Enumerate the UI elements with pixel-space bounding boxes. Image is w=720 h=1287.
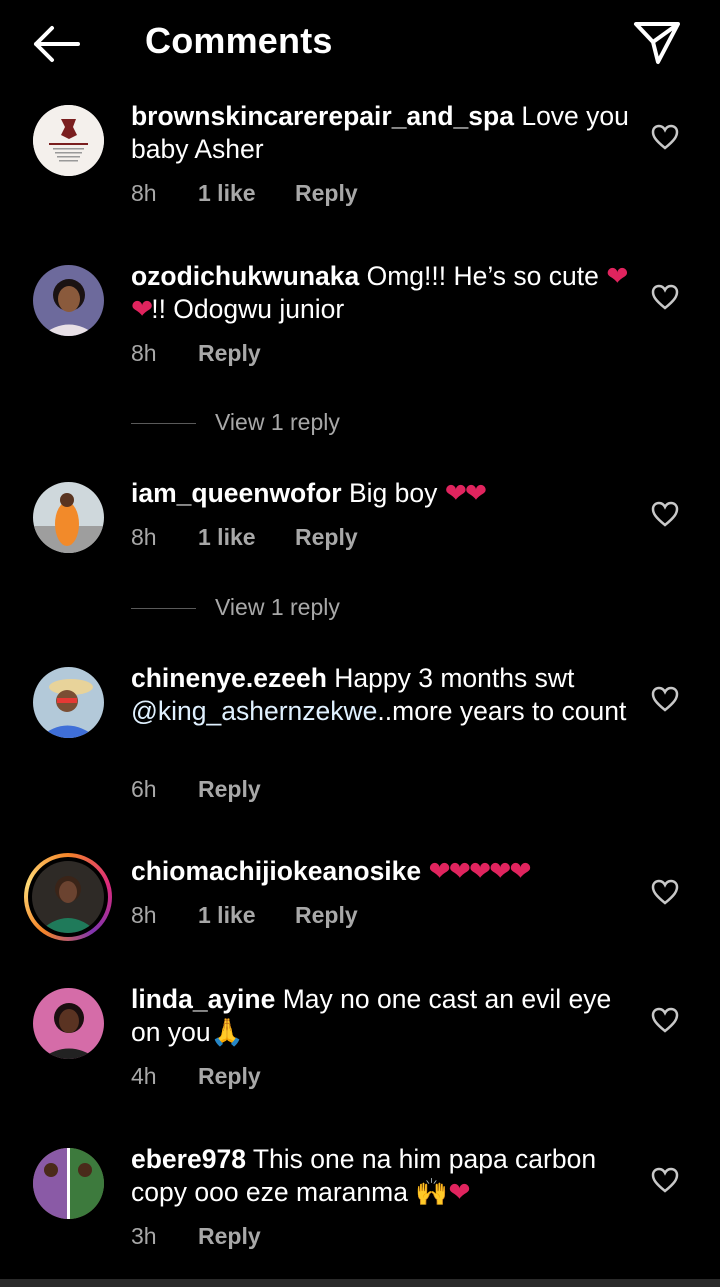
comment-username[interactable]: iam_queenwofor (131, 478, 342, 508)
comment-meta: 3h Reply (131, 1223, 261, 1250)
comment-time: 8h (131, 340, 157, 366)
comment-text: ebere978 This one na him papa carbon cop… (131, 1143, 631, 1209)
comment-username[interactable]: brownskincarerepair_and_spa (131, 101, 514, 131)
heart-outline-icon[interactable] (651, 124, 679, 150)
heart-outline-icon[interactable] (651, 1167, 679, 1193)
comment-username[interactable]: chiomachijiokeanosike (131, 856, 421, 886)
comment-text: ozodichukwunaka Omg!!! He’s so cute ❤❤!!… (131, 260, 631, 326)
divider (131, 608, 196, 610)
heart-emoji: ❤❤❤❤❤ (428, 856, 532, 886)
view-replies-label: View 1 reply (215, 594, 340, 620)
comment-text: brownskincarerepair_and_spa Love you bab… (131, 100, 631, 166)
comment-text: chiomachijiokeanosike ❤❤❤❤❤ (131, 855, 631, 888)
heart-outline-icon[interactable] (651, 686, 679, 712)
page-title: Comments (145, 20, 333, 61)
comment-time: 8h (131, 524, 157, 550)
comment-likes[interactable]: 1 like (198, 902, 295, 929)
reply-button[interactable]: Reply (198, 1063, 261, 1090)
avatar[interactable] (33, 667, 104, 738)
emoji: 🙏 (210, 1017, 244, 1047)
avatar-story-ring[interactable] (24, 853, 112, 941)
comment-body: Big boy (348, 478, 438, 508)
heart-outline-icon[interactable] (651, 284, 679, 310)
comment-time: 4h (131, 1063, 157, 1089)
back-arrow-icon[interactable] (30, 22, 82, 66)
comment-time: 3h (131, 1223, 157, 1249)
bottom-bar (0, 1279, 720, 1287)
comment-body-cont: ..more years to count (377, 696, 627, 726)
reply-button[interactable]: Reply (295, 180, 358, 207)
comment-body-cont: !! Odogwu junior (151, 294, 345, 324)
comment-text: chinenye.ezeeh Happy 3 months swt @king_… (131, 662, 631, 728)
comment-username[interactable]: chinenye.ezeeh (131, 663, 327, 693)
comment-username[interactable]: ebere978 (131, 1144, 246, 1174)
avatar[interactable] (33, 988, 104, 1059)
divider (131, 423, 196, 425)
heart-outline-icon[interactable] (651, 501, 679, 527)
comment-likes[interactable]: 1 like (198, 180, 295, 207)
comment-time: 8h (131, 180, 157, 206)
avatar[interactable] (33, 105, 104, 176)
comment-meta: 8h 1 like Reply (131, 524, 358, 551)
comment-time: 6h (131, 776, 157, 802)
heart-emoji: ❤ (448, 1177, 470, 1207)
heart-outline-icon[interactable] (651, 1007, 679, 1033)
emoji: 🙌 (415, 1177, 449, 1207)
reply-button[interactable]: Reply (295, 524, 358, 551)
comment-meta: 8h Reply (131, 340, 261, 367)
comment-meta: 6h Reply (131, 776, 261, 803)
comment-body: Happy 3 months swt (334, 663, 575, 693)
comment-username[interactable]: ozodichukwunaka (131, 261, 359, 291)
heart-outline-icon[interactable] (651, 879, 679, 905)
view-replies-button[interactable]: View 1 reply (131, 594, 340, 621)
mention-link[interactable]: @king_ashernzekwe (131, 696, 377, 726)
comment-likes[interactable]: 1 like (198, 524, 295, 551)
comment-text: linda_ayine May no one cast an evil eye … (131, 983, 631, 1049)
reply-button[interactable]: Reply (295, 902, 358, 929)
header: Comments (0, 0, 720, 88)
comment-time: 8h (131, 902, 157, 928)
comment-meta: 8h 1 like Reply (131, 180, 358, 207)
avatar[interactable] (33, 482, 104, 553)
view-replies-label: View 1 reply (215, 409, 340, 435)
avatar[interactable] (33, 1148, 104, 1219)
reply-button[interactable]: Reply (198, 1223, 261, 1250)
comment-username[interactable]: linda_ayine (131, 984, 275, 1014)
view-replies-button[interactable]: View 1 reply (131, 409, 340, 436)
comment-body: Omg!!! He’s so cute (366, 261, 599, 291)
reply-button[interactable]: Reply (198, 340, 261, 367)
avatar[interactable] (33, 265, 104, 336)
comment-text: iam_queenwofor Big boy ❤❤ (131, 477, 631, 510)
send-icon[interactable] (632, 18, 682, 68)
heart-emoji: ❤❤ (444, 478, 487, 508)
comment-meta: 4h Reply (131, 1063, 261, 1090)
reply-button[interactable]: Reply (198, 776, 261, 803)
comment-meta: 8h 1 like Reply (131, 902, 358, 929)
